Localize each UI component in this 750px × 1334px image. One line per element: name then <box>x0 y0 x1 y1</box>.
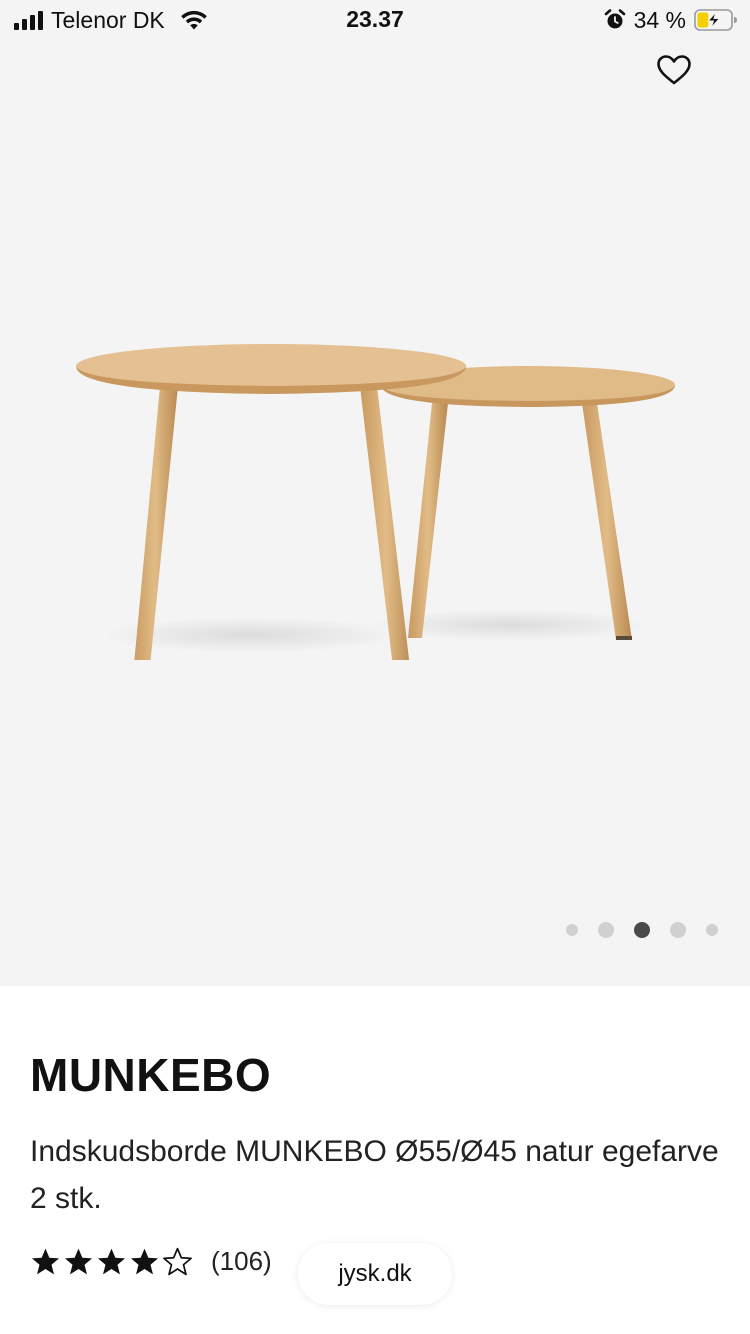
pagination-dot-active[interactable] <box>634 922 650 938</box>
star-filled-icon <box>130 1248 159 1275</box>
star-filled-icon <box>64 1248 93 1275</box>
product-photo-nesting-tables <box>76 344 675 660</box>
battery-charging-icon <box>694 9 738 31</box>
star-rating <box>30 1247 193 1276</box>
product-rating[interactable]: (106) <box>30 1246 272 1277</box>
pagination-dot[interactable] <box>598 922 614 938</box>
status-bar: Telenor DK 23.37 34 % <box>0 0 750 40</box>
product-name: MUNKEBO <box>30 1049 272 1101</box>
pagination-dot[interactable] <box>706 924 718 936</box>
product-description: Indskudsborde MUNKEBO Ø55/Ø45 natur egef… <box>30 1135 719 1215</box>
star-outline-icon <box>163 1247 192 1276</box>
heart-outline-icon <box>657 55 691 85</box>
gallery-pagination[interactable] <box>562 918 728 942</box>
review-count[interactable]: (106) <box>211 1246 272 1277</box>
star-filled-icon <box>97 1248 126 1275</box>
alarm-clock-icon <box>604 9 625 29</box>
product-image-gallery[interactable] <box>0 40 750 986</box>
favorite-button[interactable] <box>654 50 694 90</box>
address-bar-url: jysk.dk <box>338 1260 412 1287</box>
status-bar-right: 34 % <box>604 6 738 34</box>
pagination-dot[interactable] <box>566 924 578 936</box>
battery-percentage: 34 % <box>633 6 686 33</box>
star-filled-icon <box>31 1248 60 1275</box>
pagination-dot[interactable] <box>670 922 686 938</box>
browser-address-bar[interactable]: jysk.dk <box>298 1243 452 1305</box>
